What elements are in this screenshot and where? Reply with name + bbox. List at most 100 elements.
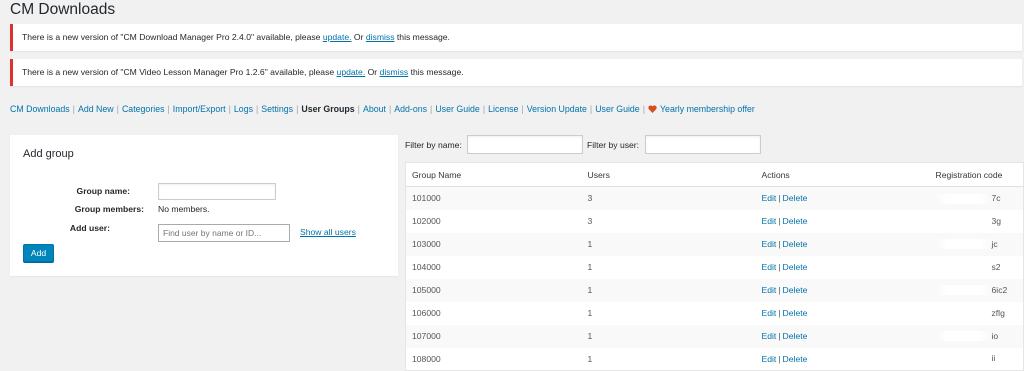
add-group-button[interactable]: Add [23, 244, 54, 262]
table-row: 106000 1 Edit | Delete zflg [406, 302, 1024, 325]
group-name-cell: 102000 [412, 216, 441, 226]
delete-link[interactable]: Delete [783, 308, 808, 318]
subnav-separator: | [167, 104, 170, 114]
subnav-user-guide-2[interactable]: User Guide [595, 102, 640, 116]
users-count-cell: 1 [581, 278, 756, 302]
edit-link[interactable]: Edit [762, 262, 777, 272]
add-user-input[interactable] [158, 224, 290, 242]
edit-link[interactable]: Edit [762, 354, 777, 364]
subnav-separator: | [296, 104, 299, 114]
subnav-separator: | [642, 104, 645, 114]
subnav-import-export[interactable]: Import/Export [173, 102, 226, 116]
subnav-add-ons[interactable]: Add-ons [394, 102, 427, 116]
update-notice: There is a new version of "CM Download M… [10, 24, 1022, 51]
dismiss-link[interactable]: dismiss [366, 32, 395, 42]
delete-link[interactable]: Delete [783, 193, 808, 203]
delete-link[interactable]: Delete [783, 216, 808, 226]
heart-icon [648, 105, 657, 113]
table-row: 101000 3 Edit | Delete 7c [405, 186, 1024, 210]
delete-link[interactable]: Delete [783, 239, 808, 249]
subnav-about[interactable]: About [363, 102, 386, 116]
registration-code-text: jc [991, 238, 998, 249]
delete-link[interactable]: Delete [783, 285, 808, 295]
registration-code-cell: s2 [930, 256, 1024, 279]
users-count-cell: 3 [587, 216, 593, 226]
actions-cell: Edit | Delete [755, 232, 930, 256]
subnav-cm-downloads[interactable]: CM Downloads [10, 102, 70, 116]
subnav-separator: | [521, 104, 524, 114]
column-header-group-name: Group Name [405, 162, 582, 187]
redacted-code [935, 354, 992, 365]
group-members-label: Group members: [74, 204, 144, 214]
redacted-code [935, 331, 992, 342]
registration-code-text: ii [991, 353, 996, 364]
table-row: 104000 1 Edit | Delete s2 [406, 256, 1024, 279]
group-name-cell: 107000 [405, 324, 582, 348]
redacted-code [935, 262, 992, 273]
delete-link[interactable]: Delete [783, 331, 808, 341]
group-members-value: No members. [158, 204, 210, 214]
redacted-code [935, 285, 992, 296]
page-title: CM Downloads [10, 1, 116, 18]
delete-link[interactable]: Delete [783, 262, 808, 272]
registration-code-cell: zflg [930, 302, 1024, 325]
group-name-cell: 106000 [412, 308, 441, 318]
filter-by-user-label: Filter by user: [587, 140, 640, 150]
subnav-categories[interactable]: Categories [122, 102, 165, 116]
subnav-user-groups-current[interactable]: User Groups [301, 102, 354, 116]
subnav-separator: | [357, 104, 360, 114]
registration-code-cell: io [929, 324, 1024, 348]
add-user-label: Add user: [69, 223, 110, 233]
subnav-user-guide[interactable]: User Guide [435, 102, 480, 116]
group-name-cell: 103000 [405, 232, 582, 256]
edit-link[interactable]: Edit [762, 331, 777, 341]
users-count-cell: 3 [581, 186, 756, 210]
column-header-actions: Actions [755, 162, 930, 187]
subnav-yearly-membership[interactable]: Yearly membership offer [660, 102, 755, 116]
edit-link[interactable]: Edit [762, 216, 777, 226]
registration-code-text: 6ic2 [991, 284, 1008, 295]
subnav-version-update[interactable]: Version Update [527, 102, 587, 116]
users-count-cell: 1 [587, 262, 593, 272]
notice-text: There is a new version of "CM Download M… [22, 32, 323, 42]
dismiss-link[interactable]: dismiss [380, 67, 409, 77]
table-header-row: Group Name Users Actions Registration co… [405, 162, 1024, 187]
users-count-cell: 1 [587, 308, 593, 318]
subnav-settings[interactable]: Settings [261, 102, 293, 116]
column-header-users: Users [581, 162, 756, 187]
table-row: 108000 1 Edit | Delete ii [406, 348, 1024, 371]
group-name-cell: 101000 [405, 186, 582, 210]
add-group-title: Add group [23, 148, 74, 160]
registration-code-cell: 3g [930, 210, 1024, 233]
subnav-license[interactable]: License [488, 102, 518, 116]
notice-text: There is a new version of "CM Video Less… [22, 67, 337, 77]
edit-link[interactable]: Edit [762, 193, 777, 203]
show-all-users-link[interactable]: Show all users [300, 227, 356, 237]
actions-cell: Edit | Delete [755, 186, 930, 210]
notice-text: this message. [394, 32, 450, 42]
subnav-logs[interactable]: Logs [234, 102, 253, 116]
delete-link[interactable]: Delete [783, 354, 808, 364]
edit-link[interactable]: Edit [762, 239, 777, 249]
group-name-input[interactable] [158, 183, 276, 200]
users-count-cell: 1 [587, 353, 593, 364]
subnav-separator: | [72, 104, 75, 114]
column-header-registration-code: Registration code [929, 162, 1024, 187]
update-link[interactable]: update. [323, 32, 352, 42]
edit-link[interactable]: Edit [762, 308, 777, 318]
registration-code-text: 7c [991, 192, 1001, 203]
registration-code-cell: ii [930, 348, 1024, 371]
actions-cell: Edit | Delete [756, 348, 930, 371]
group-name-cell: 108000 [412, 353, 441, 364]
filter-by-name-input[interactable] [467, 135, 583, 154]
notice-text: this message. [408, 67, 464, 77]
filter-by-user-input[interactable] [645, 135, 761, 154]
redacted-code [935, 216, 992, 227]
update-link[interactable]: update. [337, 67, 366, 77]
actions-cell: Edit | Delete [755, 278, 930, 302]
subnav-add-new[interactable]: Add New [78, 102, 114, 116]
subnav-separator: | [116, 104, 119, 114]
actions-cell: Edit | Delete [756, 302, 930, 325]
filter-by-name-label: Filter by name: [405, 140, 462, 150]
edit-link[interactable]: Edit [762, 285, 777, 295]
